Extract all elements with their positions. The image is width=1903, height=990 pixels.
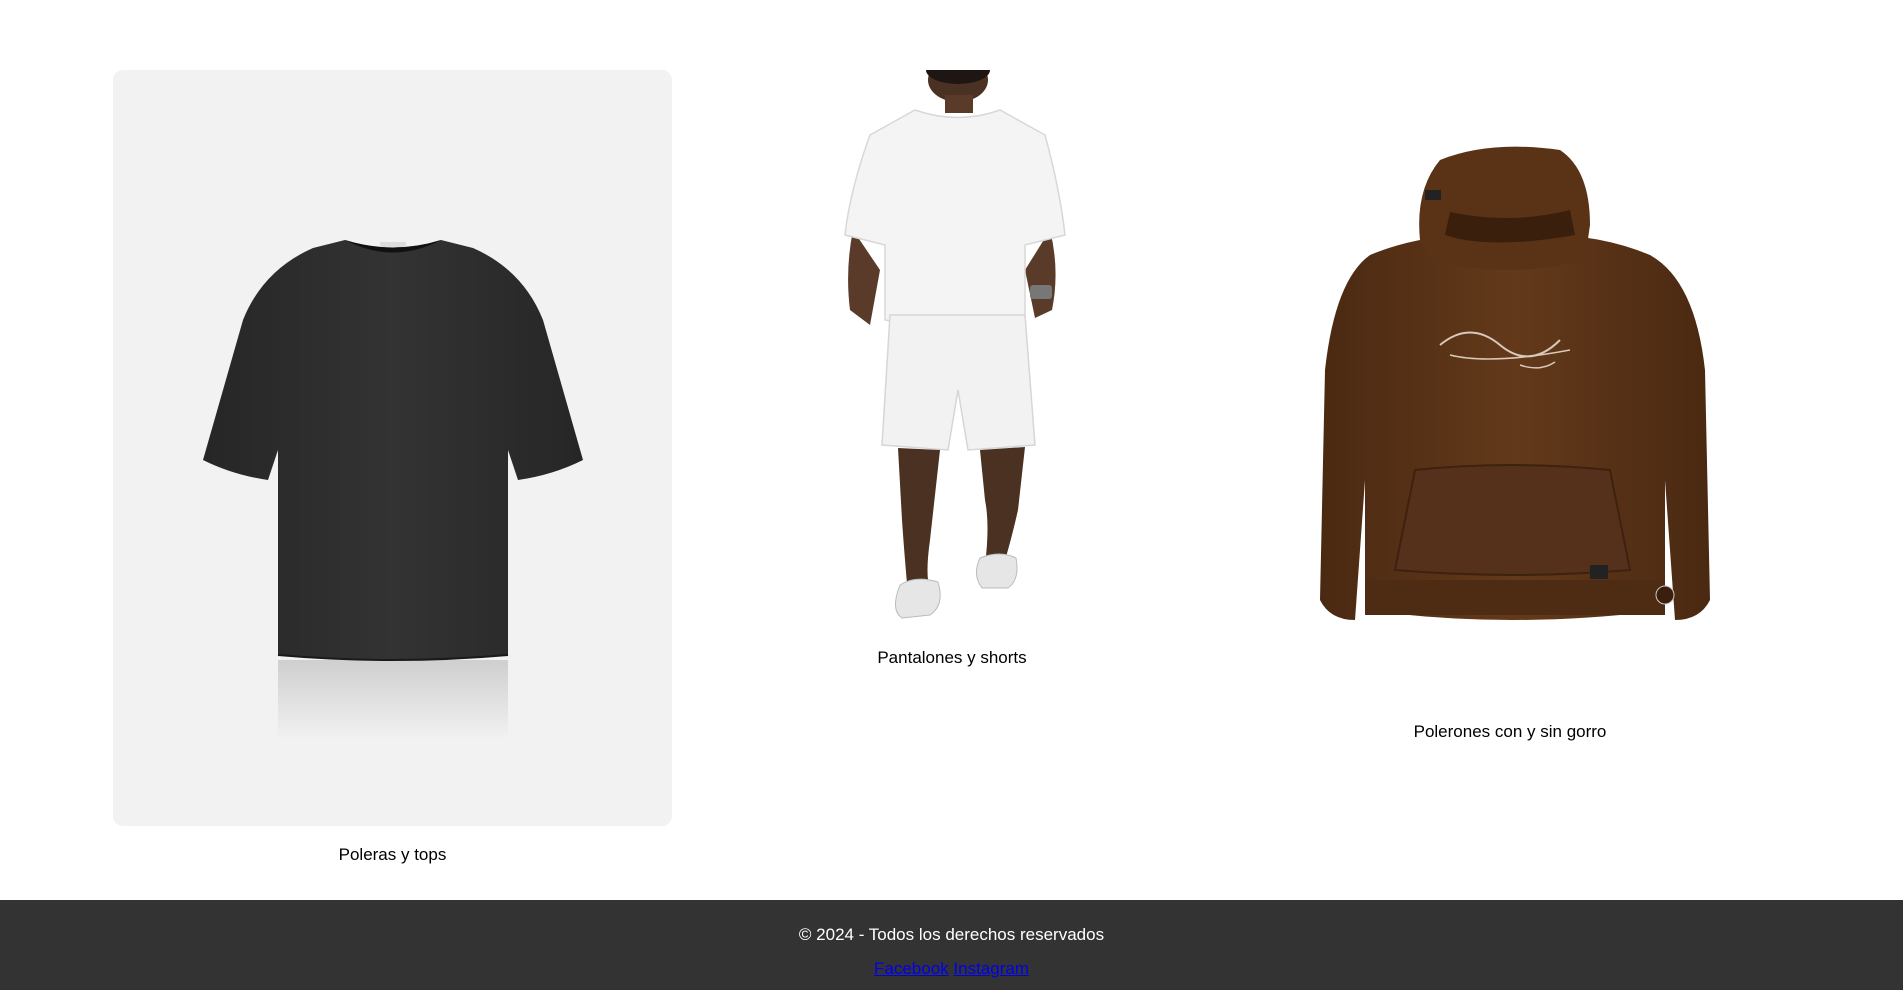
copyright-text: © 2024 - Todos los derechos reservados (798, 925, 1105, 944)
product-caption[interactable]: Poleras y tops (113, 845, 672, 865)
white-tshirt-shorts-outfit-image[interactable] (820, 70, 1084, 630)
black-tshirt-image[interactable] (113, 70, 672, 826)
product-caption[interactable]: Polerones con y sin gorro (1290, 722, 1730, 742)
brown-hoodie-image[interactable] (1290, 140, 1730, 700)
social-links: Facebook Instagram (0, 959, 1903, 979)
product-card-poleras[interactable]: Poleras y tops (113, 70, 672, 870)
product-card-polerones[interactable]: Polerones con y sin gorro (1290, 70, 1730, 750)
product-card-pantalones[interactable]: Pantalones y shorts (820, 70, 1084, 680)
site-footer: © 2024 - Todos los derechos reservados F… (0, 900, 1903, 990)
product-category-grid: Poleras y tops Pantalones y shorts Poler… (0, 0, 1903, 900)
product-caption[interactable]: Pantalones y shorts (820, 648, 1084, 668)
facebook-link[interactable]: Facebook (874, 959, 949, 978)
instagram-link[interactable]: Instagram (953, 959, 1029, 978)
